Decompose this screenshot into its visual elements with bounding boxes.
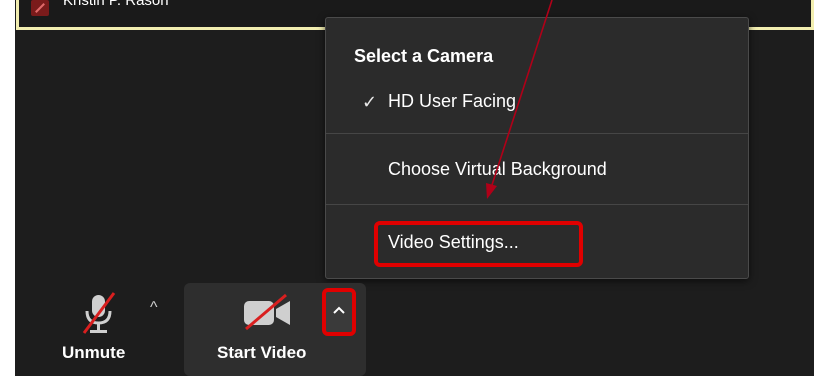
audio-options-chevron-up-icon[interactable]: ^: [150, 300, 158, 316]
start-video-button[interactable]: Start Video: [212, 285, 322, 371]
chevron-up-icon: [333, 306, 345, 314]
camera-off-icon: [244, 293, 290, 331]
start-video-label: Start Video: [217, 343, 307, 362]
checkmark-icon: ✓: [362, 92, 378, 112]
menu-item-choose-virtual-background[interactable]: Choose Virtual Background: [388, 159, 607, 180]
video-settings-annotation-box: [374, 221, 583, 267]
unmute-label: Unmute: [62, 343, 126, 362]
menu-item-hd-user-facing[interactable]: HD User Facing: [388, 91, 516, 112]
video-options-chevron-button[interactable]: [322, 288, 356, 336]
tile-mic-muted-icon: [31, 0, 49, 16]
menu-divider: [326, 204, 748, 205]
menu-heading: Select a Camera: [354, 46, 494, 66]
mic-muted-icon: [82, 292, 116, 334]
participant-name: Kristin P. Rason: [63, 0, 233, 8]
menu-divider: [326, 133, 748, 134]
unmute-button[interactable]: Unmute: [62, 285, 146, 371]
